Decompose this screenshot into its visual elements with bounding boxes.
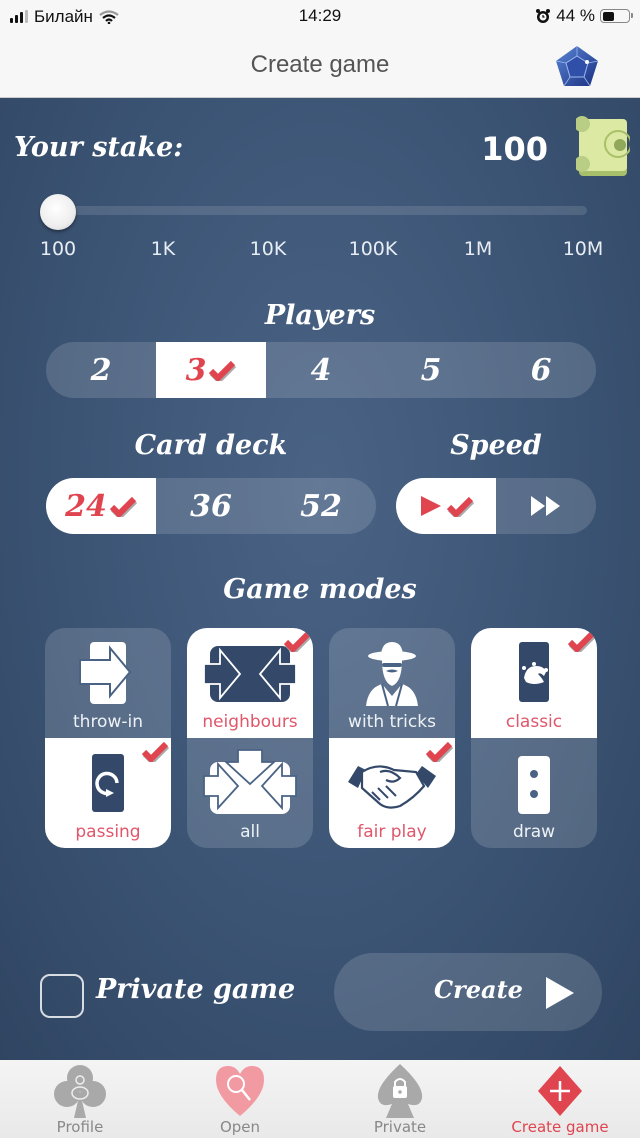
tick-label: 100K xyxy=(348,238,398,260)
tick-label: 10M xyxy=(562,238,604,260)
private-game-label[interactable]: Private game xyxy=(96,974,295,1005)
checkmark-icon xyxy=(283,631,312,652)
mode-label: draw xyxy=(512,822,556,842)
speed-selector xyxy=(396,478,596,534)
players-option-4[interactable]: 4 xyxy=(266,342,376,398)
option-label: 4 xyxy=(310,352,332,388)
battery-percent: 44 % xyxy=(556,6,595,25)
option-label: 3 xyxy=(185,352,207,388)
create-label: Create xyxy=(434,975,523,1004)
mode-all[interactable]: all xyxy=(187,738,313,848)
game-modes-grid: throw-in passing neighbours all with tri… xyxy=(45,628,597,848)
option-label: 5 xyxy=(420,352,442,388)
tab-create-game[interactable]: Create game xyxy=(480,1060,640,1138)
checkmark-icon xyxy=(141,741,170,762)
play-icon xyxy=(546,977,574,1009)
players-option-2[interactable]: 2 xyxy=(46,342,156,398)
mode-label: fair play xyxy=(357,822,427,842)
option-label: 24 xyxy=(65,488,107,524)
cheater-icon xyxy=(366,642,418,707)
fast-forward-icon xyxy=(531,496,560,516)
speed-title: Speed xyxy=(450,430,542,461)
mode-label: neighbours xyxy=(202,712,298,732)
option-label: 2 xyxy=(90,352,112,388)
mode-label: classic xyxy=(505,712,563,732)
stake-ticks: 100 1K 10K 100K 1M 10M xyxy=(0,238,640,262)
speed-option-fast[interactable] xyxy=(496,478,596,534)
players-selector: 2 3 4 5 6 xyxy=(46,342,596,398)
mode-column: neighbours all xyxy=(187,628,313,848)
tick-label: 1M xyxy=(463,238,493,260)
players-option-3[interactable]: 3 xyxy=(156,342,266,398)
diamond-plus-icon xyxy=(538,1066,582,1116)
passing-icon xyxy=(92,754,124,812)
tick-label: 1K xyxy=(150,238,176,260)
create-button[interactable]: Create xyxy=(334,953,602,1031)
stake-value: 100 xyxy=(481,130,548,168)
mode-label: passing xyxy=(75,822,141,842)
battery-icon xyxy=(600,9,633,23)
mode-throw-in[interactable]: throw-in xyxy=(45,628,171,738)
tick-label: 100 xyxy=(39,238,77,260)
speed-option-normal[interactable] xyxy=(396,478,496,534)
alarm-icon xyxy=(536,9,551,23)
status-bar: Билайн 14:29 44 % xyxy=(0,0,640,34)
card-deck-selector: 24 36 52 xyxy=(46,478,376,534)
players-option-6[interactable]: 6 xyxy=(486,342,596,398)
mode-draw[interactable]: draw xyxy=(471,738,597,848)
game-modes-title: Game modes xyxy=(223,574,417,605)
tab-bar: Profile Open Private Create game xyxy=(0,1060,640,1138)
tab-label: Profile xyxy=(56,1118,104,1136)
deck-option-52[interactable]: 52 xyxy=(266,478,376,534)
mode-classic[interactable]: classic xyxy=(471,628,597,738)
heart-search-icon xyxy=(216,1066,264,1116)
tab-private[interactable]: Private xyxy=(320,1060,480,1138)
joker-card-icon xyxy=(519,642,549,702)
tab-profile[interactable]: Profile xyxy=(0,1060,160,1138)
mode-column: with tricks fair play xyxy=(329,628,455,848)
tab-open[interactable]: Open xyxy=(160,1060,320,1138)
club-profile-icon xyxy=(54,1065,106,1118)
mode-label: throw-in xyxy=(73,712,143,732)
players-title: Players xyxy=(264,300,376,331)
option-label: 6 xyxy=(530,352,552,388)
play-icon xyxy=(421,496,441,516)
checkmark-icon xyxy=(109,496,137,517)
checkmark-icon xyxy=(446,496,474,517)
mode-passing[interactable]: passing xyxy=(45,738,171,848)
card-deck-title: Card deck xyxy=(134,430,288,461)
tick-label: 10K xyxy=(249,238,287,260)
page-title: Create game xyxy=(250,51,390,78)
option-label: 36 xyxy=(190,488,232,524)
all-icon xyxy=(203,749,297,814)
deck-option-24[interactable]: 24 xyxy=(46,478,156,534)
mode-fair-play[interactable]: fair play xyxy=(329,738,455,848)
mode-column: throw-in passing xyxy=(45,628,171,848)
domino-icon xyxy=(518,756,550,814)
mode-column: classic draw xyxy=(471,628,597,848)
mode-label: all xyxy=(240,822,260,842)
money-icon xyxy=(576,116,630,176)
mode-label: with tricks xyxy=(348,712,436,732)
stake-slider-track[interactable] xyxy=(60,206,587,215)
private-game-checkbox[interactable] xyxy=(40,974,84,1018)
checkmark-icon xyxy=(567,631,596,652)
throw-in-icon xyxy=(79,642,132,704)
mode-neighbours[interactable]: neighbours xyxy=(187,628,313,738)
tab-label: Create game xyxy=(511,1118,609,1136)
create-game-panel: Your stake: 100 100 1K 10K 100K 1M 10M P… xyxy=(0,98,640,1060)
checkmark-icon xyxy=(209,360,237,381)
tab-label: Private xyxy=(373,1118,427,1136)
tab-label: Open xyxy=(219,1118,261,1136)
checkmark-icon xyxy=(425,741,454,762)
spade-lock-icon xyxy=(377,1064,423,1118)
stake-label: Your stake: xyxy=(14,132,184,163)
players-option-5[interactable]: 5 xyxy=(376,342,486,398)
deck-option-36[interactable]: 36 xyxy=(156,478,266,534)
gem-icon[interactable] xyxy=(554,44,600,90)
nav-header: Create game xyxy=(0,34,640,98)
option-label: 52 xyxy=(300,488,342,524)
mode-with-tricks[interactable]: with tricks xyxy=(329,628,455,738)
stake-slider-knob[interactable] xyxy=(40,194,76,230)
